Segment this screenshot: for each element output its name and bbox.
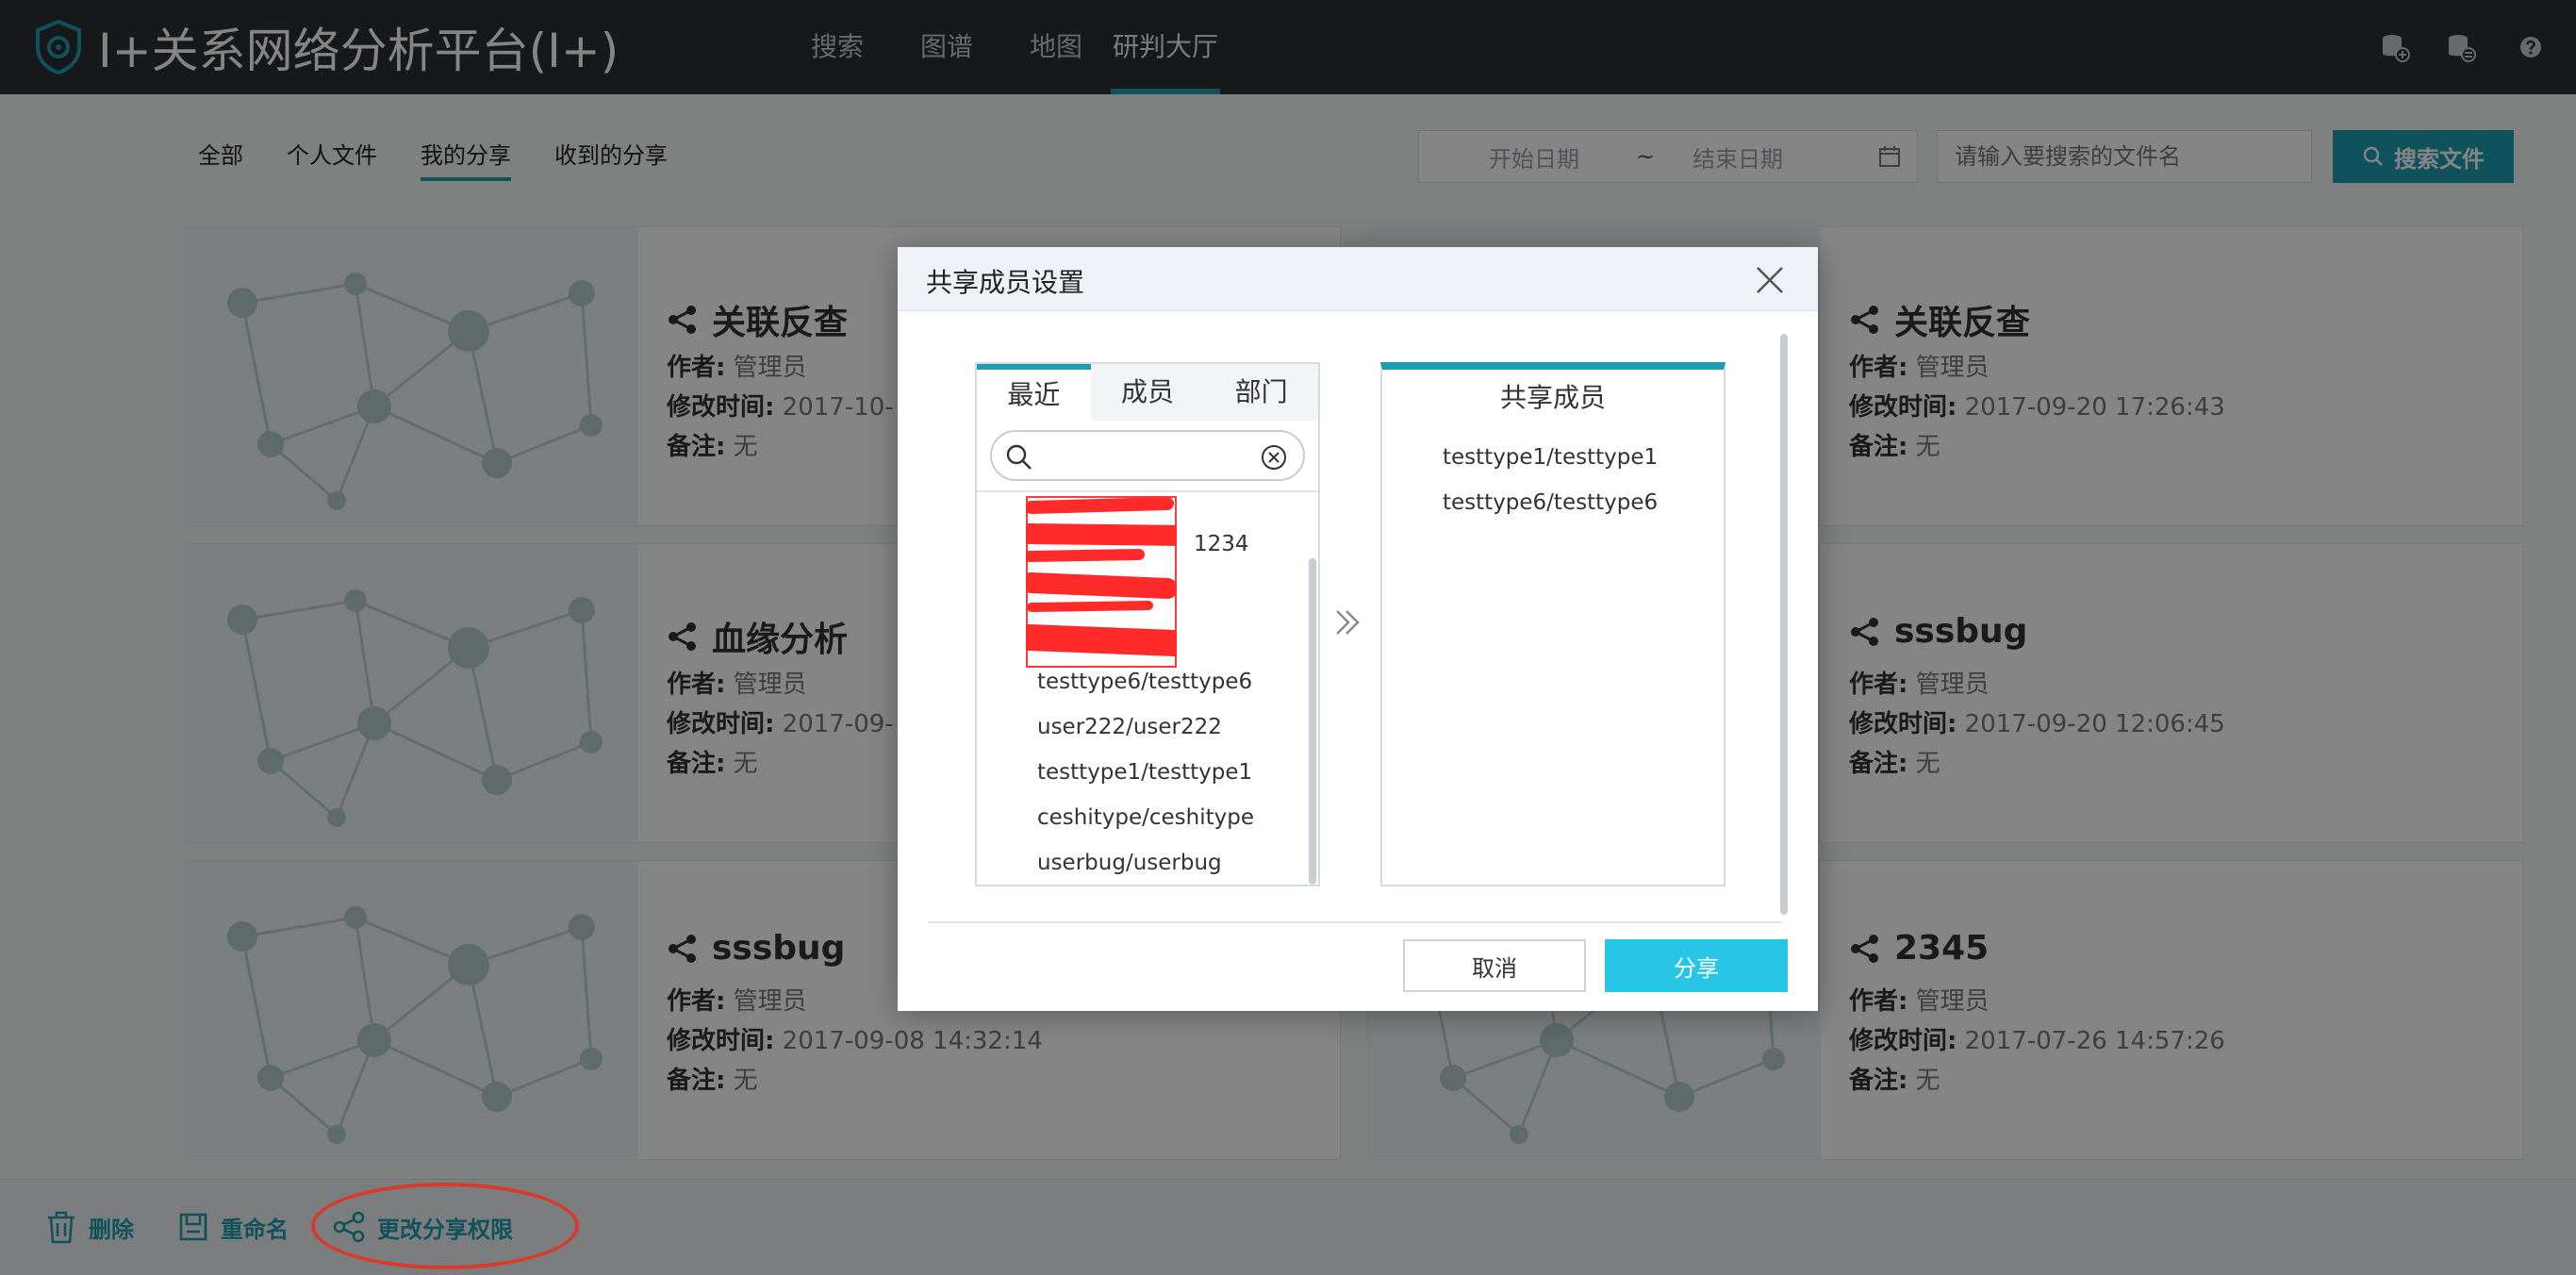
- candidate-item[interactable]: userbug/userbug: [1037, 851, 1222, 875]
- app-root: I+关系网络分析平台(I+) 搜索 图谱 地图 研判大厅 全部 个人文件 我的分…: [0, 0, 2576, 1275]
- clear-circle-icon[interactable]: [1260, 443, 1288, 472]
- double-chevron-right-icon[interactable]: [1329, 605, 1363, 639]
- dialog-footer-divider: [928, 921, 1782, 923]
- search-icon: [1006, 444, 1032, 470]
- shared-member-item[interactable]: testtype1/testtype1: [1443, 445, 1658, 470]
- dialog-title: 共享成员设置: [926, 267, 1085, 298]
- member-picker-tabs: 最近 成员 部门: [977, 364, 1318, 421]
- member-search-box[interactable]: [990, 430, 1305, 481]
- tab-recent[interactable]: 最近: [977, 364, 1091, 421]
- member-search-input[interactable]: [1043, 439, 1260, 472]
- dialog-scrollbar[interactable]: [1780, 334, 1788, 915]
- close-icon[interactable]: [1754, 264, 1786, 296]
- share-button[interactable]: 分享: [1605, 939, 1788, 992]
- cancel-button[interactable]: 取消: [1403, 939, 1586, 992]
- tab-members[interactable]: 成员: [1090, 364, 1205, 421]
- share-members-dialog: 共享成员设置 最近 成员 部门 1234 testtype6/testtype6…: [898, 247, 1818, 1011]
- shared-member-item[interactable]: testtype6/testtype6: [1443, 490, 1658, 515]
- candidate-item[interactable]: ceshitype/ceshitype: [1037, 805, 1254, 830]
- tab-departments[interactable]: 部门: [1204, 364, 1318, 421]
- shared-members-title: 共享成员: [1499, 382, 1606, 413]
- member-picker-panel: 最近 成员 部门 1234 testtype6/testtype6 user22…: [975, 362, 1320, 886]
- candidate-item-partial[interactable]: 1234: [1194, 532, 1249, 556]
- candidate-list-scrollbar[interactable]: [1309, 558, 1316, 885]
- candidate-item[interactable]: user222/user222: [1037, 715, 1222, 739]
- candidate-item[interactable]: testtype1/testtype1: [1037, 760, 1252, 785]
- candidate-item[interactable]: testtype6/testtype6: [1037, 670, 1252, 694]
- panel-divider: [977, 490, 1318, 492]
- dialog-header: 共享成员设置: [898, 247, 1818, 311]
- red-redaction-scribble: [1026, 496, 1177, 668]
- shared-members-panel: 共享成员 testtype1/testtype1 testtype6/testt…: [1380, 362, 1726, 886]
